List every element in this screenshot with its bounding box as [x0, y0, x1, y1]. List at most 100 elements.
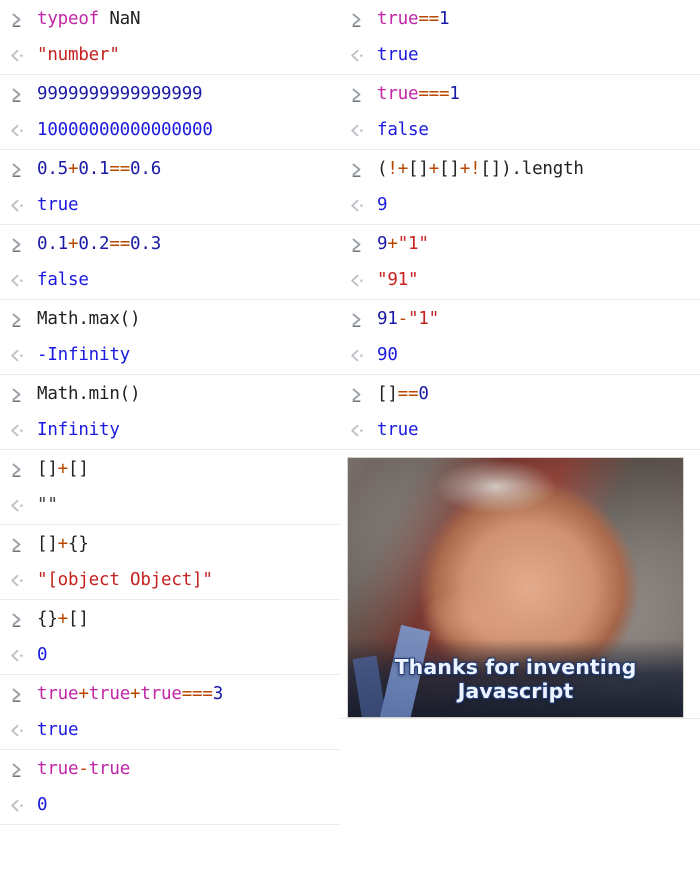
console-input-code: []+[]: [37, 451, 340, 487]
console-input-line[interactable]: []+{}: [0, 525, 340, 562]
console-column-left: typeof NaN "number" 9999999999999999 100…: [0, 0, 340, 825]
code-token-plain: {}: [37, 609, 58, 629]
chevron-right-prompt-icon: [7, 526, 37, 562]
console-input-line[interactable]: 0.1+0.2==0.3: [0, 225, 340, 262]
chevron-left-return-icon: [347, 112, 377, 148]
console-input-line[interactable]: typeof NaN: [0, 0, 340, 37]
chevron-left-return-icon: [7, 262, 37, 298]
console-entry: true-true 0: [0, 750, 340, 825]
meme-image: Thanks for inventing Javascript: [347, 457, 684, 718]
code-token-plain: []: [408, 159, 429, 179]
console-entry: []==0 true: [340, 375, 700, 450]
code-token-plain: Math.min(): [37, 384, 141, 404]
code-token-keyword: true: [377, 84, 419, 104]
console-input-line[interactable]: Math.max(): [0, 300, 340, 337]
console-entry: Math.min() Infinity: [0, 375, 340, 450]
code-token-operator: +: [459, 159, 471, 179]
chevron-left-return-icon: [347, 412, 377, 448]
code-token-number: 1: [439, 9, 450, 29]
chevron-left-return-icon: [7, 637, 37, 673]
code-token-plain: []).length: [480, 159, 584, 179]
code-token-operator: +: [78, 684, 89, 704]
console-input-line[interactable]: {}+[]: [0, 600, 340, 637]
console-input-line[interactable]: 9999999999999999: [0, 75, 340, 112]
console-entry: 0.5+0.1==0.6 true: [0, 150, 340, 225]
code-token-operator: +: [68, 234, 79, 254]
code-token-operator: +: [397, 159, 409, 179]
code-token-operator: ==: [397, 384, 419, 404]
chevron-left-return-icon: [7, 112, 37, 148]
code-token-plain: Math.max(): [37, 309, 141, 329]
console-input-line[interactable]: true==1: [340, 0, 700, 37]
code-token-number: 0.6: [130, 159, 162, 179]
code-token-operator: +: [428, 159, 440, 179]
console-entry: Math.max() -Infinity: [0, 300, 340, 375]
code-token-operator: +: [57, 534, 69, 554]
code-token-number: 0.5: [37, 159, 69, 179]
code-token-number: 1: [449, 84, 460, 104]
chevron-right-prompt-icon: [7, 751, 37, 787]
chevron-left-return-icon: [7, 562, 37, 598]
console-entry: {}+[] 0: [0, 600, 340, 675]
console-input-code: 9999999999999999: [37, 76, 340, 112]
console-input-line[interactable]: true+true+true===3: [0, 675, 340, 712]
console-entry: 9+"1" "91": [340, 225, 700, 300]
console-entry: []+[] "": [0, 450, 340, 525]
code-token-plain: {}: [68, 534, 89, 554]
console-input-line[interactable]: 91-"1": [340, 300, 700, 337]
code-token-keyword: true: [140, 684, 182, 704]
console-input-line[interactable]: true-true: [0, 750, 340, 787]
code-token-number: 0.2: [78, 234, 110, 254]
console-input-code: 0.5+0.1==0.6: [37, 151, 340, 187]
code-token-operator: ===: [181, 684, 213, 704]
code-token-keyword: true: [37, 684, 79, 704]
code-token-number: 91: [377, 309, 398, 329]
chevron-left-return-icon: [347, 37, 377, 73]
console-input-code: true===1: [377, 76, 700, 112]
code-token-number: 9: [377, 234, 388, 254]
chevron-right-prompt-icon: [347, 1, 377, 37]
code-token-operator: -: [397, 309, 409, 329]
chevron-right-prompt-icon: [347, 151, 377, 187]
code-token-plain: NaN: [99, 9, 141, 29]
chevron-right-prompt-icon: [7, 301, 37, 337]
code-token-operator: ==: [109, 159, 131, 179]
console-input-line[interactable]: []==0: [340, 375, 700, 412]
console-input-line[interactable]: Math.min(): [0, 375, 340, 412]
code-token-keyword: true: [88, 684, 131, 704]
console-input-code: 9+"1": [377, 226, 700, 262]
console-input-line[interactable]: 9+"1": [340, 225, 700, 262]
code-token-number: 9999999999999999: [37, 84, 203, 104]
chevron-right-prompt-icon: [347, 76, 377, 112]
code-token-number: 0.1: [78, 159, 110, 179]
console-input-code: 91-"1": [377, 301, 700, 337]
console-input-code: 0.1+0.2==0.3: [37, 226, 340, 262]
chevron-left-return-icon: [7, 412, 37, 448]
console-image-entry: Thanks for inventing Javascript: [340, 457, 700, 719]
code-token-operator: !: [387, 159, 398, 179]
console-input-line[interactable]: 0.5+0.1==0.6: [0, 150, 340, 187]
code-token-string: "1": [397, 234, 429, 254]
code-token-operator: ==: [418, 9, 440, 29]
code-token-keyword: true: [377, 9, 419, 29]
meme-caption-text: Thanks for inventing Javascript: [394, 655, 637, 703]
console-input-line[interactable]: []+[]: [0, 450, 340, 487]
code-token-operator: +: [387, 234, 398, 254]
chevron-left-return-icon: [7, 787, 37, 823]
chevron-left-return-icon: [347, 337, 377, 373]
console-input-line[interactable]: true===1: [340, 75, 700, 112]
console-input-code: Math.max(): [37, 301, 340, 337]
code-token-string: "1": [408, 309, 440, 329]
chevron-right-prompt-icon: [7, 226, 37, 262]
code-token-operator: +: [57, 459, 69, 479]
console-entry: 9999999999999999 10000000000000000: [0, 75, 340, 150]
code-token-plain: []: [37, 534, 58, 554]
console-column-right: true==1 true true===1 false (!+[]+[]+![]…: [340, 0, 700, 719]
chevron-right-prompt-icon: [7, 376, 37, 412]
console-entry: 91-"1" 90: [340, 300, 700, 375]
console-input-code: (!+[]+[]+![]).length: [377, 151, 700, 187]
chevron-left-return-icon: [347, 262, 377, 298]
console-input-line[interactable]: (!+[]+[]+![]).length: [340, 150, 700, 187]
chevron-right-prompt-icon: [7, 151, 37, 187]
code-token-operator: +: [68, 159, 79, 179]
